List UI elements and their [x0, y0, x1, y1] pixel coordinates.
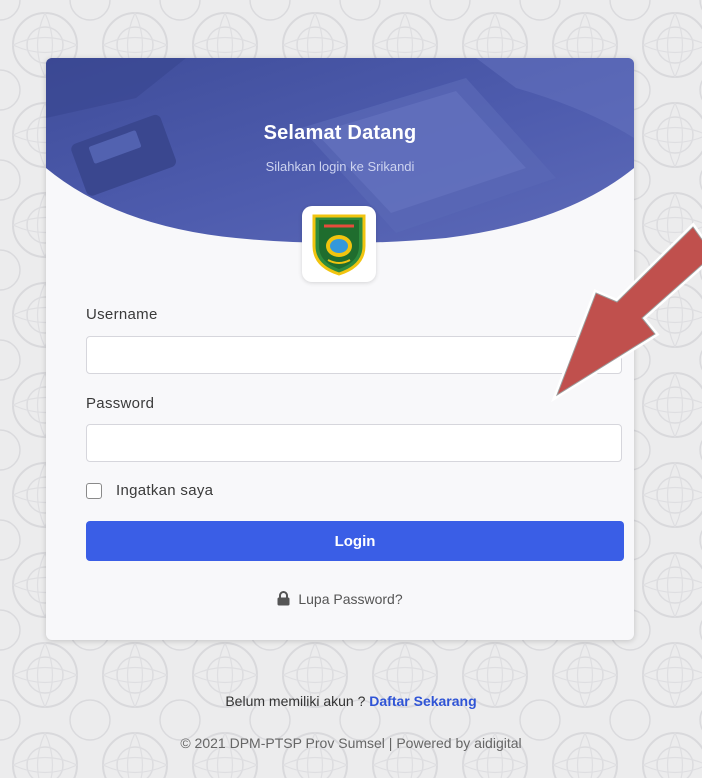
provincial-emblem-icon	[312, 214, 366, 276]
login-button[interactable]: Login	[86, 521, 624, 561]
username-input[interactable]	[86, 336, 622, 374]
password-input[interactable]	[86, 424, 622, 462]
welcome-subtitle: Silahkan login ke Srikandi	[265, 159, 415, 174]
password-label: Password	[86, 395, 155, 412]
remember-me-label[interactable]: Ingatkan saya	[116, 482, 213, 499]
login-card: Selamat Datang Silahkan login ke Srikand…	[46, 58, 634, 640]
register-prompt-text: Belum memiliki akun ?	[225, 693, 370, 709]
forgot-password-label[interactable]: Lupa Password?	[298, 591, 402, 607]
welcome-title: Selamat Datang	[263, 122, 417, 144]
register-link[interactable]: Daftar Sekarang	[369, 693, 476, 709]
remember-me-checkbox[interactable]	[86, 483, 102, 499]
lock-icon	[277, 591, 290, 606]
register-prompt-row: Belum memiliki akun ? Daftar Sekarang	[0, 693, 702, 709]
username-label: Username	[86, 306, 158, 323]
forgot-password-link[interactable]: Lupa Password?	[46, 591, 634, 607]
copyright-text: © 2021 DPM-PTSP Prov Sumsel | Powered by…	[180, 735, 522, 751]
logo-container	[302, 206, 376, 282]
